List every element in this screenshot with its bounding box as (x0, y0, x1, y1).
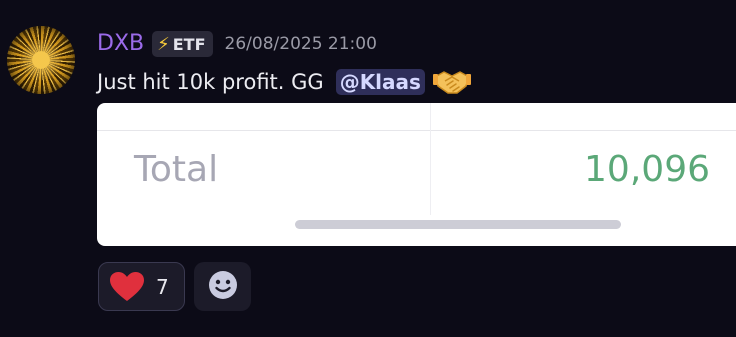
image-embed[interactable]: Total 10,096 (97, 103, 736, 246)
user-avatar[interactable] (7, 26, 75, 94)
lightning-bolt-icon: ⚡ (157, 33, 170, 55)
add-reaction-button[interactable] (194, 262, 251, 311)
message-timestamp: 26/08/2025 21:00 (224, 34, 377, 54)
user-mention[interactable]: @Klaas (335, 69, 425, 95)
message-content: Just hit 10k profit. GG @Klaas (97, 64, 471, 100)
heart-reaction-button[interactable]: 7 (98, 262, 185, 311)
server-tag-badge[interactable]: ⚡ ETF (152, 31, 213, 57)
tag-label: ETF (172, 34, 206, 54)
heart-icon (109, 271, 145, 303)
smiley-add-reaction-icon (208, 270, 238, 304)
total-value: 10,096 (584, 149, 710, 190)
message-text: Just hit 10k profit. GG (97, 70, 324, 94)
handshake-emoji (432, 68, 471, 96)
username[interactable]: DXB (97, 29, 144, 59)
horizontal-scrollbar[interactable] (295, 220, 621, 229)
reaction-count: 7 (156, 274, 169, 299)
message-header: DXB ⚡ ETF 26/08/2025 21:00 (97, 29, 377, 59)
column-divider (430, 103, 431, 215)
total-label: Total (134, 149, 219, 190)
table-divider (97, 130, 736, 131)
